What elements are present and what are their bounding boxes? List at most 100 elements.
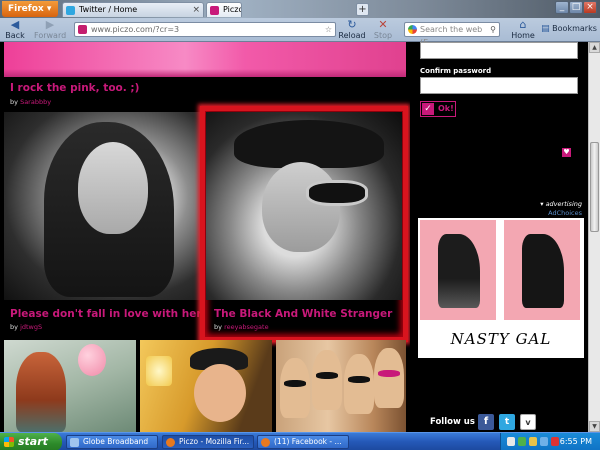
tray-volume-icon[interactable] bbox=[540, 437, 548, 446]
task-label: Piczo - Mozilla Fir... bbox=[179, 437, 250, 446]
girl-shape bbox=[16, 352, 66, 432]
navigation-toolbar: ◀ Back ▶ Forward www.piczo.com/?cr=3 ☆ ↻… bbox=[0, 18, 600, 48]
confirm-password-field[interactable] bbox=[420, 77, 578, 94]
start-button[interactable]: start bbox=[0, 433, 62, 450]
person-shape bbox=[374, 348, 404, 408]
firefox-icon bbox=[166, 438, 175, 447]
system-tray: 6:55 PM bbox=[500, 433, 600, 450]
person-shape bbox=[312, 350, 342, 410]
taskbar-item-facebook[interactable]: (11) Facebook - ... bbox=[257, 435, 349, 449]
card-title[interactable]: The Black And White Stranger bbox=[214, 308, 392, 320]
url-bar[interactable]: www.piczo.com/?cr=3 ☆ bbox=[74, 22, 336, 37]
maximize-button[interactable]: □ bbox=[569, 1, 583, 14]
reload-button[interactable]: ↻ Reload bbox=[338, 19, 366, 41]
firefox-menu-button[interactable]: Firefox ▾ bbox=[2, 1, 58, 17]
person-shape bbox=[344, 354, 374, 414]
photo-black-white-stranger[interactable] bbox=[206, 112, 402, 300]
facebook-icon[interactable]: f bbox=[478, 414, 494, 430]
face-shape bbox=[262, 162, 340, 252]
card-title[interactable]: Please don't fall in love with her. bbox=[10, 308, 204, 320]
minimize-button[interactable]: _ bbox=[555, 1, 569, 14]
ok-button[interactable]: ✓ Ok! bbox=[420, 101, 456, 117]
shoe-image bbox=[420, 220, 496, 320]
taskbar-item-globe-broadband[interactable]: Globe Broadband bbox=[66, 435, 158, 449]
arrow-left-icon: ◀ bbox=[10, 18, 20, 31]
photo-boy-cap[interactable] bbox=[140, 340, 272, 432]
forward-label: Forward bbox=[34, 31, 67, 40]
shoe-image bbox=[504, 220, 580, 320]
card-author: by jdtwgS bbox=[10, 323, 42, 331]
firefox-icon bbox=[261, 438, 270, 447]
google-icon bbox=[408, 25, 417, 34]
heart-check-icon: ✓ bbox=[422, 103, 434, 115]
follow-us-label: Follow us bbox=[430, 417, 475, 427]
post-author: by Sarabbby bbox=[10, 98, 51, 106]
task-label: Globe Broadband bbox=[83, 437, 149, 446]
adchoices-link[interactable]: AdChoices bbox=[548, 209, 582, 217]
search-icon[interactable]: ⚲ bbox=[490, 23, 496, 36]
home-icon: ⌂ bbox=[519, 18, 527, 31]
tab-piczo[interactable]: Piczo bbox=[206, 2, 242, 17]
sunglasses-shape bbox=[306, 180, 368, 206]
tray-alert-icon[interactable] bbox=[551, 437, 559, 446]
tab-label: Piczo bbox=[223, 5, 242, 14]
scroll-up-arrow-icon[interactable]: ▲ bbox=[589, 42, 600, 53]
by-label: by bbox=[10, 98, 18, 106]
photo-girls-group[interactable] bbox=[276, 340, 406, 432]
firefox-menu-label: Firefox bbox=[8, 4, 44, 14]
ad-banner[interactable]: NASTY GAL bbox=[418, 218, 584, 358]
lamp-shape bbox=[146, 356, 172, 386]
start-label: start bbox=[18, 435, 48, 448]
bookmarks-label: Bookmarks bbox=[552, 24, 597, 33]
balloon-shape bbox=[78, 344, 106, 376]
scroll-down-arrow-icon[interactable]: ▼ bbox=[589, 421, 600, 432]
close-icon[interactable]: × bbox=[192, 3, 200, 17]
home-button[interactable]: ⌂ Home bbox=[510, 18, 536, 41]
tab-twitter[interactable]: Twitter / Home × bbox=[62, 2, 204, 17]
tray-chevron-icon[interactable] bbox=[507, 437, 515, 446]
stop-icon: ✕ bbox=[378, 18, 388, 31]
sidebar: Confirm password ✓ Ok! ♥ ▾ advertising A… bbox=[410, 42, 588, 432]
scroll-thumb[interactable] bbox=[590, 142, 599, 232]
bookmarks-icon: ▤ bbox=[541, 24, 550, 34]
stop-button[interactable]: ✕ Stop bbox=[370, 18, 396, 41]
person-shape bbox=[280, 358, 310, 418]
site-favicon-icon bbox=[78, 25, 87, 34]
clock[interactable]: 6:55 PM bbox=[560, 433, 592, 450]
ad-brand-logo: NASTY GAL bbox=[450, 330, 552, 348]
photo-girl-portrait[interactable] bbox=[4, 112, 200, 300]
twitter-bird-icon bbox=[66, 6, 75, 15]
back-button[interactable]: ◀ Back bbox=[4, 18, 26, 41]
bookmarks-button[interactable]: ▤ Bookmarks bbox=[540, 23, 598, 35]
author-link[interactable]: reeyabsegate bbox=[224, 323, 269, 331]
bookmark-star-icon[interactable]: ☆ bbox=[325, 23, 332, 36]
tray-network-icon[interactable] bbox=[518, 437, 526, 446]
tray-security-icon[interactable] bbox=[529, 437, 537, 446]
windows-flag-icon bbox=[4, 437, 14, 447]
title-bar: Firefox ▾ Twitter / Home × Piczo + _ □ × bbox=[0, 0, 600, 18]
home-label: Home bbox=[511, 31, 535, 40]
author-link[interactable]: Sarabbby bbox=[20, 98, 51, 106]
photo-pink-hair[interactable] bbox=[4, 42, 406, 77]
password-field[interactable] bbox=[420, 42, 578, 59]
photo-girl-balloon[interactable] bbox=[4, 340, 136, 432]
close-window-button[interactable]: × bbox=[583, 1, 597, 14]
stop-label: Stop bbox=[373, 31, 393, 40]
twitter-icon[interactable]: t bbox=[499, 414, 515, 430]
heart-icon[interactable]: ♥ bbox=[562, 148, 571, 157]
ok-label: Ok! bbox=[438, 104, 454, 113]
vertical-scrollbar[interactable]: ▲ ▼ bbox=[588, 42, 600, 432]
post-title[interactable]: I rock the pink, too. ;) bbox=[10, 82, 139, 94]
by-label: by bbox=[10, 323, 18, 331]
new-tab-button[interactable]: + bbox=[356, 3, 369, 16]
by-label: by bbox=[214, 323, 222, 331]
windows-taskbar: start Globe Broadband Piczo - Mozilla Fi… bbox=[0, 432, 600, 450]
arrow-right-icon: ▶ bbox=[45, 18, 55, 31]
search-input[interactable]: Search the web (E... ⚲ bbox=[404, 22, 500, 47]
piczo-icon bbox=[210, 6, 219, 15]
chevron-down-icon[interactable]: v bbox=[520, 414, 536, 430]
forward-button[interactable]: ▶ Forward bbox=[34, 18, 67, 41]
taskbar-item-piczo-firefox[interactable]: Piczo - Mozilla Fir... bbox=[162, 435, 254, 449]
author-link[interactable]: jdtwgS bbox=[20, 323, 42, 331]
url-text: www.piczo.com/?cr=3 bbox=[91, 25, 180, 34]
